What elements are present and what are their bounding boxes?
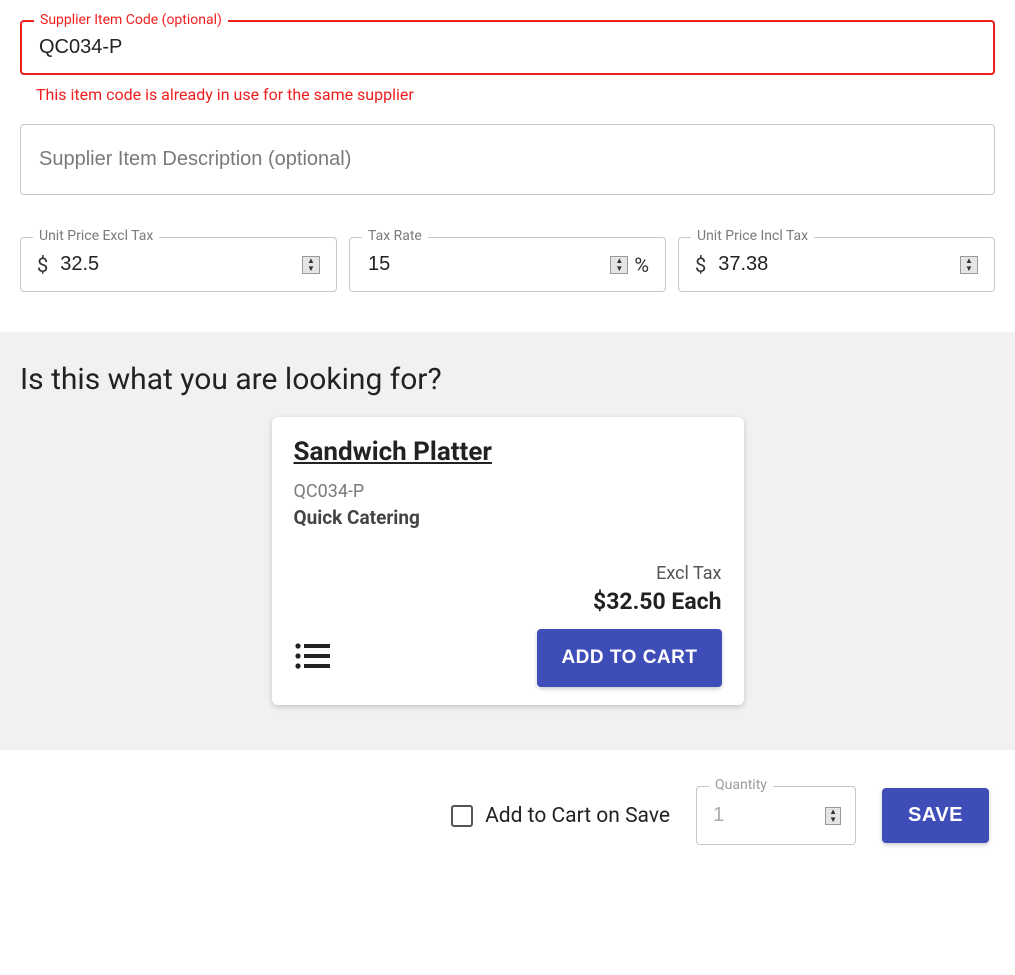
unit-price-incl-stepper[interactable]: ▲▼: [960, 256, 978, 274]
tax-rate-field[interactable]: Tax Rate ▲▼ %: [349, 237, 666, 292]
suggestion-title-link[interactable]: Sandwich Platter: [294, 437, 492, 467]
unit-price-excl-field[interactable]: Unit Price Excl Tax $ ▲▼: [20, 237, 337, 292]
unit-price-excl-label: Unit Price Excl Tax: [33, 228, 159, 244]
unit-price-incl-input[interactable]: [716, 252, 960, 277]
add-to-cart-button[interactable]: ADD TO CART: [537, 629, 721, 687]
unit-price-incl-label: Unit Price Incl Tax: [691, 228, 814, 244]
supplier-item-desc-field[interactable]: [20, 124, 995, 195]
tax-rate-label: Tax Rate: [362, 228, 428, 244]
suggestion-heading: Is this what you are looking for?: [20, 362, 995, 397]
quantity-field[interactable]: Quantity ▲▼: [696, 786, 856, 845]
save-button[interactable]: SAVE: [882, 788, 989, 843]
currency-symbol: $: [695, 253, 706, 277]
suggestion-section: Is this what you are looking for? Sandwi…: [0, 332, 1015, 750]
checkbox-icon: [451, 805, 473, 827]
quantity-input: [711, 803, 825, 828]
supplier-item-code-field[interactable]: Supplier Item Code (optional): [20, 20, 995, 75]
unit-price-incl-field[interactable]: Unit Price Incl Tax $ ▲▼: [678, 237, 995, 292]
suggestion-vendor: Quick Catering: [294, 506, 722, 529]
unit-price-excl-input[interactable]: [58, 252, 302, 277]
tax-rate-stepper[interactable]: ▲▼: [610, 256, 628, 274]
supplier-item-code-error: This item code is already in use for the…: [36, 85, 995, 104]
supplier-item-code-input[interactable]: [37, 35, 978, 60]
percent-symbol: %: [634, 253, 649, 277]
currency-symbol: $: [37, 253, 48, 277]
suggestion-code: QC034-P: [294, 481, 722, 502]
suggestion-excl-tax-label: Excl Tax: [294, 563, 722, 584]
quantity-label: Quantity: [709, 777, 773, 793]
suggestion-card: Sandwich Platter QC034-P Quick Catering …: [272, 417, 744, 705]
quantity-stepper[interactable]: ▲▼: [825, 807, 841, 825]
tax-rate-input[interactable]: [366, 252, 610, 277]
unit-price-excl-stepper[interactable]: ▲▼: [302, 256, 320, 274]
list-icon[interactable]: [294, 642, 330, 674]
supplier-item-desc-input[interactable]: [37, 147, 978, 172]
add-to-cart-on-save-label: Add to Cart on Save: [485, 804, 670, 828]
add-to-cart-on-save-checkbox[interactable]: Add to Cart on Save: [451, 804, 670, 828]
footer-bar: Add to Cart on Save Quantity ▲▼ SAVE: [0, 750, 1015, 871]
supplier-item-code-label: Supplier Item Code (optional): [34, 12, 228, 28]
suggestion-price: $32.50 Each: [294, 588, 722, 615]
